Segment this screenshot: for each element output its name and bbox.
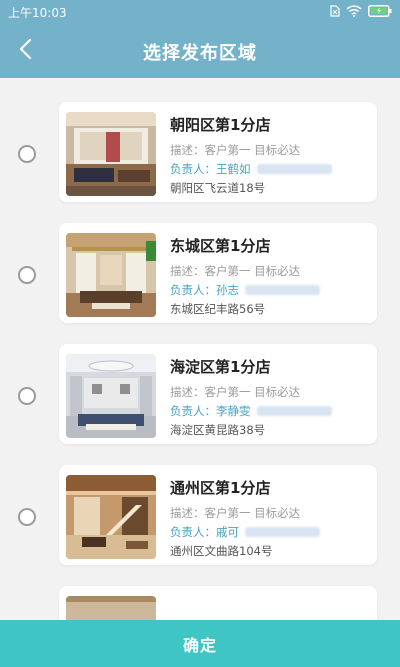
list-item[interactable]: 东城区第1分店 描述：客户第一 目标必达 负责人：孙志 东城区纪丰路56号 (0, 223, 400, 323)
store-photo (66, 112, 156, 196)
owner-phone-redacted (245, 527, 320, 537)
page-title: 选择发布区域 (143, 42, 257, 64)
confirm-button[interactable]: 确定 (0, 620, 400, 667)
store-address: 通州区文曲路104号 (170, 544, 273, 558)
owner-phone-redacted (256, 164, 332, 174)
battery-icon (368, 5, 392, 20)
nav-bar: 选择发布区域 (0, 25, 400, 78)
store-photo (66, 475, 156, 559)
store-card[interactable]: 通州区第1分店 描述：客户第一 目标必达 负责人：戚可 通州区文曲路104号 (59, 465, 377, 565)
list-item[interactable]: 朝阳区第1分店 描述：客户第一 目标必达 负责人：王鹤如 朝阳区飞云道18号 (0, 102, 400, 202)
store-description: 描述：客户第一 目标必达 (170, 264, 301, 278)
store-description: 描述：客户第一 目标必达 (170, 385, 301, 399)
store-radio[interactable] (18, 508, 36, 526)
store-photo (66, 354, 156, 438)
owner-label: 负责人：孙志 (170, 283, 239, 297)
store-name: 海淀区第1分店 (170, 358, 271, 376)
store-address: 朝阳区飞云道18号 (170, 181, 266, 195)
store-address: 东城区纪丰路56号 (170, 302, 266, 316)
owner-phone-redacted (256, 406, 332, 416)
owner-phone-redacted (245, 285, 320, 295)
store-description: 描述：客户第一 目标必达 (170, 143, 301, 157)
store-owner: 负责人：李静雯 (170, 401, 369, 421)
status-time: 上午10:03 (8, 6, 67, 20)
store-card[interactable]: 海淀区第1分店 描述：客户第一 目标必达 负责人：李静雯 海淀区黄昆路38号 (59, 344, 377, 444)
owner-label: 负责人：王鹤如 (170, 162, 251, 176)
store-card[interactable] (59, 586, 377, 620)
status-bar: 上午10:03 (0, 0, 400, 25)
owner-label: 负责人：戚可 (170, 525, 239, 539)
store-name: 朝阳区第1分店 (170, 116, 271, 134)
store-description: 描述：客户第一 目标必达 (170, 506, 301, 520)
list-item[interactable]: 通州区第1分店 描述：客户第一 目标必达 负责人：戚可 通州区文曲路104号 (0, 465, 400, 565)
store-name: 东城区第1分店 (170, 237, 271, 255)
store-card[interactable]: 朝阳区第1分店 描述：客户第一 目标必达 负责人：王鹤如 朝阳区飞云道18号 (59, 102, 377, 202)
list-item[interactable]: 海淀区第1分店 描述：客户第一 目标必达 负责人：李静雯 海淀区黄昆路38号 (0, 344, 400, 444)
store-name: 通州区第1分店 (170, 479, 271, 497)
store-list[interactable]: 朝阳区第1分店 描述：客户第一 目标必达 负责人：王鹤如 朝阳区飞云道18号 东… (0, 78, 400, 620)
store-photo (66, 596, 156, 620)
store-radio[interactable] (18, 266, 36, 284)
owner-label: 负责人：李静雯 (170, 404, 251, 418)
list-item[interactable] (0, 586, 400, 620)
store-photo (66, 233, 156, 317)
wifi-icon (346, 5, 362, 20)
store-radio[interactable] (18, 145, 36, 163)
store-owner: 负责人：王鹤如 (170, 159, 369, 179)
store-address: 海淀区黄昆路38号 (170, 423, 266, 437)
sim-icon (330, 5, 340, 20)
store-radio[interactable] (18, 387, 36, 405)
store-card[interactable]: 东城区第1分店 描述：客户第一 目标必达 负责人：孙志 东城区纪丰路56号 (59, 223, 377, 323)
store-owner: 负责人：孙志 (170, 280, 369, 300)
store-owner: 负责人：戚可 (170, 522, 369, 542)
